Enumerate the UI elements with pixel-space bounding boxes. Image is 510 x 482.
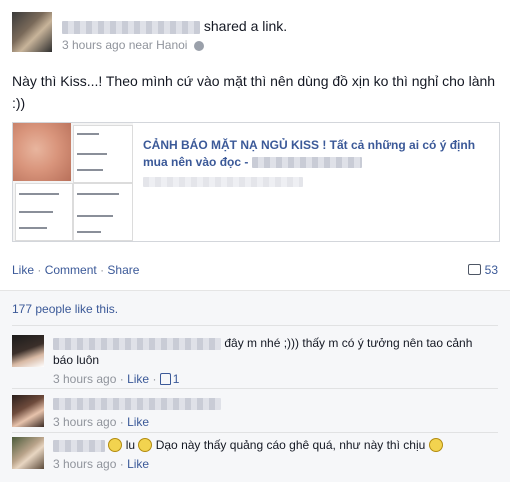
thumbs-up-icon (159, 372, 171, 385)
commenter-avatar[interactable] (12, 395, 44, 427)
link-thumbnail[interactable] (13, 123, 133, 241)
comment-body: 3 hours ago · Like (53, 395, 493, 431)
globe-icon[interactable] (193, 40, 204, 51)
divider (12, 432, 498, 433)
location-prefix: near (128, 38, 153, 52)
comment-button[interactable]: Comment (45, 263, 97, 277)
commenter-avatar[interactable] (12, 335, 44, 367)
commenter-name-redacted[interactable] (53, 397, 221, 410)
comment-like-button[interactable]: Like (127, 415, 149, 429)
comment-like-count-value: 1 (172, 372, 180, 386)
comment-count[interactable]: 53 (467, 263, 498, 277)
post-location[interactable]: Hanoi (156, 38, 187, 52)
likes-summary-text: 177 people like this. (12, 302, 119, 316)
comment-count-value: 53 (484, 263, 498, 277)
comment-like-count[interactable]: 1 (159, 372, 180, 386)
thumbnail-line (77, 153, 107, 155)
comment-time[interactable]: 3 hours ago (53, 372, 116, 386)
meta-separator: · (119, 372, 124, 386)
thumbnail-face-image (13, 123, 71, 181)
comment-item: 3 hours ago · Like (12, 395, 498, 431)
post-time[interactable]: 3 hours ago (62, 38, 125, 52)
comment-like-button[interactable]: Like (127, 372, 149, 386)
like-button[interactable]: Like (12, 263, 34, 277)
thumbnail-line (77, 193, 119, 195)
thumbnail-line (77, 169, 103, 171)
post-header: shared a link. 3 hours ago near Hanoi (12, 12, 502, 56)
share-button[interactable]: Share (107, 263, 139, 277)
meta-separator: · (119, 457, 124, 471)
author-line: shared a link. (62, 18, 287, 34)
comment-meta: 3 hours ago · Like (53, 414, 493, 431)
post-text: Này thì Kiss...! Theo mình cứ vào mặt th… (12, 73, 496, 111)
link-title[interactable]: CẢNH BÁO MẶT NẠ NGỦ KISS ! Tất cả những … (143, 137, 488, 171)
commenter-avatar[interactable] (12, 437, 44, 469)
shared-link-card[interactable]: CẢNH BÁO MẶT NẠ NGỦ KISS ! Tất cả những … (12, 122, 500, 242)
comment-meta: 3 hours ago · Like · 1 (53, 371, 493, 388)
thumbnail-line (77, 133, 99, 135)
divider (12, 325, 498, 326)
divider (12, 388, 498, 389)
commenter-name-redacted[interactable] (53, 439, 105, 452)
commenter-name-redacted[interactable] (53, 337, 221, 350)
author-avatar[interactable] (12, 12, 52, 52)
smiley-emoji-icon (108, 437, 123, 452)
action-separator: · (37, 263, 42, 277)
comment-time[interactable]: 3 hours ago (53, 457, 116, 471)
comment-bubble-icon (467, 264, 481, 276)
comment-like-button[interactable]: Like (127, 457, 149, 471)
thumbnail-line (77, 215, 113, 217)
post-meta: 3 hours ago near Hanoi (62, 38, 204, 52)
thumbnail-line (19, 227, 47, 229)
meta-separator: · (119, 415, 124, 429)
comment-item: đây m nhé ;))) thấy m có ý tưởng nên tao… (12, 335, 498, 386)
meta-separator: · (152, 372, 157, 386)
comment-body: đây m nhé ;))) thấy m có ý tưởng nên tao… (53, 335, 493, 388)
thumbnail-line (19, 211, 53, 213)
smiley-emoji-icon (428, 437, 443, 452)
smiley-emoji-icon (138, 437, 153, 452)
author-name-redacted[interactable] (62, 20, 200, 34)
post-action-text: shared a link. (203, 18, 288, 34)
likes-summary[interactable]: 177 people like this. (12, 302, 118, 316)
comment-body: lu Dạo này thấy quảng cáo ghê quá, như n… (53, 437, 493, 473)
comment-text: Dạo này thấy quảng cáo ghê quá, như này … (155, 438, 426, 452)
comment-time[interactable]: 3 hours ago (53, 415, 116, 429)
comment-meta: 3 hours ago · Like (53, 456, 493, 473)
link-source-redacted (143, 173, 303, 191)
thumbnail-line (77, 231, 101, 233)
link-title-redacted (251, 157, 362, 169)
action-separator: · (100, 263, 105, 277)
comment-text-part: lu (125, 438, 136, 452)
action-bar: Like · Comment · Share 53 (12, 263, 498, 281)
thumbnail-line (19, 193, 59, 195)
comment-item: lu Dạo này thấy quảng cáo ghê quá, như n… (12, 437, 498, 477)
comments-area: 177 people like this. đây m nhé ;))) thấ… (0, 290, 510, 482)
